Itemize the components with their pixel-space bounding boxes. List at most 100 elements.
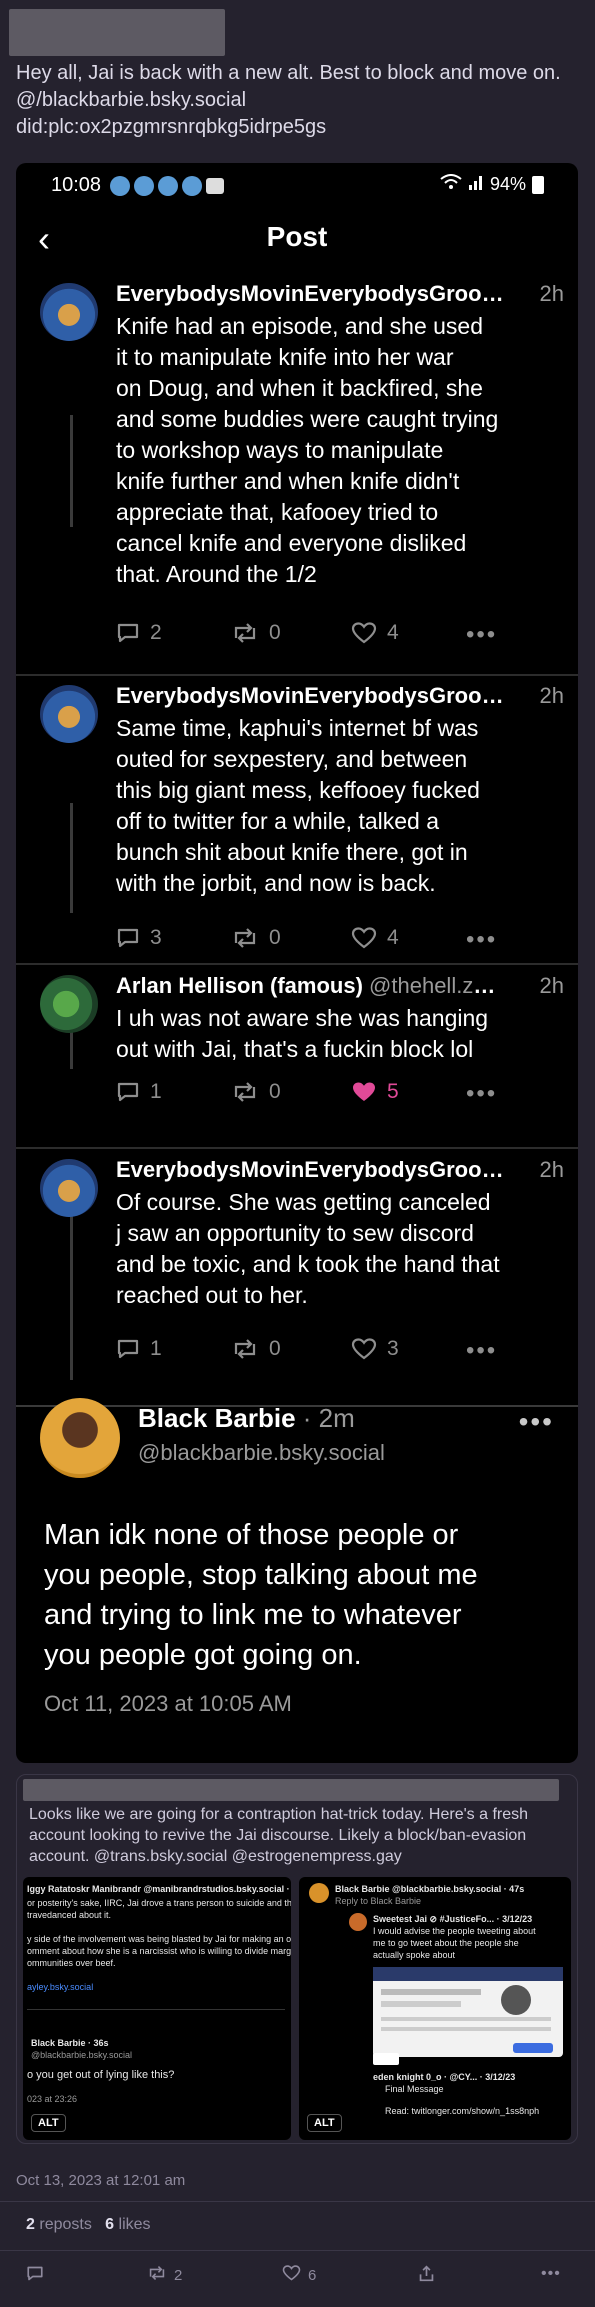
reply-button[interactable] [26, 2265, 44, 2286]
reply-line: and some buddies were caught trying [116, 406, 499, 432]
heart-icon [282, 2265, 301, 2285]
reply-button[interactable]: 1 [116, 1337, 162, 1361]
image-text: omment about how she is a narcissist who… [27, 1946, 291, 1956]
image-avatar [309, 1883, 329, 1903]
heart-filled-icon [351, 1081, 377, 1103]
likes-label: likes [118, 2216, 151, 2233]
share-icon [418, 2265, 435, 2286]
divider [0, 2201, 595, 2202]
like-button[interactable]: 4 [351, 926, 399, 950]
more-options-icon[interactable]: ••• [466, 926, 497, 954]
like-count: 4 [387, 926, 399, 949]
heart-icon [351, 927, 377, 949]
reply-actions: 1 0 3 ••• [116, 1337, 536, 1367]
thumbnail-text [381, 2001, 461, 2007]
image-text: I would advise the people tweeting about [373, 1926, 536, 1936]
like-button[interactable]: 6 [282, 2265, 316, 2285]
repost-count: 0 [269, 1337, 281, 1360]
reply-button[interactable]: 2 [116, 621, 162, 645]
heart-icon [351, 1338, 377, 1360]
reply-line: Knife had an episode, and she used [116, 313, 484, 339]
post-age: · 2m [302, 1403, 355, 1433]
quoted-image-left[interactable]: Iggy Ratatoskr Manibrandr @manibrandrstu… [23, 1877, 291, 2140]
reposts-link[interactable]: 2 reposts [26, 2216, 92, 2233]
repost-icon [147, 2265, 167, 2285]
reply-time: 2h [539, 973, 564, 998]
reply-count: 1 [150, 1080, 162, 1103]
status-time: 10:08 [51, 174, 102, 196]
reply-author[interactable]: EverybodysMovinEverybodysGroovi... [116, 683, 511, 709]
signal-icon [468, 174, 484, 195]
reply-line: outed for sexpestery, and between [116, 746, 468, 772]
like-button[interactable]: 3 [351, 1337, 399, 1361]
repost-count: 0 [269, 621, 281, 644]
repost-button[interactable]: 0 [231, 1080, 281, 1104]
author-handle: @thehell.zo... [369, 973, 496, 998]
reply-author[interactable]: EverybodysMovinEverybodysGroovi... [116, 281, 511, 307]
repost-icon [231, 622, 259, 644]
image-text: y side of the involvement was being blas… [27, 1934, 291, 1944]
like-count: 3 [387, 1337, 399, 1360]
avatar[interactable] [40, 975, 98, 1033]
reply-author[interactable]: Arlan Hellison (famous) @thehell.zo... [116, 973, 496, 999]
divider [16, 674, 578, 676]
reply-button[interactable]: 3 [116, 926, 162, 950]
author-handle[interactable]: @blackbarbie.bsky.social [138, 1440, 385, 1466]
avatar[interactable] [40, 283, 98, 341]
more-options-icon[interactable]: ••• [466, 1080, 497, 1108]
post-line[interactable]: @/blackbarbie.bsky.social [16, 87, 586, 114]
main-post-line: and trying to link me to whatever [44, 1599, 462, 1631]
main-author[interactable]: Black Barbie · 2m [138, 1403, 355, 1434]
more-options-icon[interactable]: ••• [466, 1337, 497, 1365]
main-post-line: you people got going on. [44, 1639, 362, 1671]
like-button[interactable]: 4 [351, 621, 399, 645]
avatar[interactable] [40, 685, 98, 743]
image-text: Read: twitlonger.com/show/n_1ss8nph [385, 2106, 540, 2116]
repost-button[interactable]: 2 [147, 2265, 182, 2285]
reply-post[interactable]: Arlan Hellison (famous) @thehell.zo... 2… [16, 973, 578, 1143]
thumbnail-text [381, 2017, 551, 2021]
alt-badge[interactable]: ALT [307, 2114, 342, 2132]
reply-line: reached out to her. [116, 1282, 308, 1308]
reply-time: 2h [539, 281, 564, 306]
avatar[interactable] [40, 1398, 120, 1478]
reply-author[interactable]: EverybodysMovinEverybodysGroovi... [116, 1157, 511, 1183]
repost-button[interactable]: 0 [231, 1337, 281, 1361]
image-text: Sweetest Jai ⊘ #JusticeFo... · 3/12/23 [373, 1914, 533, 1924]
reposts-label: reposts [39, 2216, 92, 2233]
quoted-post[interactable]: Looks like we are going for a contraptio… [16, 1774, 578, 2144]
reposts-count: 2 [26, 2216, 35, 2233]
image-text: 023 at 23:26 [27, 2094, 78, 2104]
avatar[interactable] [40, 1159, 98, 1217]
reply-post[interactable]: EverybodysMovinEverybodysGroovi... 2h Of… [16, 1157, 578, 1377]
image-divider [27, 2009, 285, 2010]
image-text: or posterity's sake, IIRC, Jai drove a t… [27, 1898, 291, 1908]
main-post-line: Man idk none of those people or [44, 1519, 459, 1551]
reply-time: 2h [539, 1157, 564, 1182]
repost-icon [231, 1081, 259, 1103]
repost-button[interactable]: 0 [231, 926, 281, 950]
reply-button[interactable]: 1 [116, 1080, 162, 1104]
like-button[interactable]: 5 [351, 1080, 399, 1104]
quoted-image-right[interactable]: Black Barbie @blackbarbie.bsky.social · … [299, 1877, 571, 2140]
share-button[interactable] [418, 2265, 435, 2286]
reply-post[interactable]: EverybodysMovinEverybodysGroovi... 2h Sa… [16, 683, 578, 983]
reply-text: Knife had an episode, and she used it to… [116, 311, 566, 590]
reply-line: it to manipulate knife into her war [116, 344, 454, 370]
app-notification-icon [110, 176, 130, 196]
image-text: ommunities over beef. [27, 1958, 116, 1968]
more-options-icon[interactable]: ••• [466, 621, 497, 649]
likes-link[interactable]: 6 likes [105, 2216, 150, 2233]
reply-text: Of course. She was getting canceled j sa… [116, 1187, 566, 1311]
repost-button[interactable]: 0 [231, 621, 281, 645]
author-name: Arlan Hellison (famous) [116, 973, 363, 998]
alt-badge[interactable]: ALT [31, 2114, 66, 2132]
more-options-icon[interactable]: ••• [519, 1406, 554, 1438]
quoted-line: account. @trans.bsky.social @estrogenemp… [29, 1848, 402, 1865]
more-options-icon[interactable]: ••• [541, 2265, 561, 2283]
reply-count: 1 [150, 1337, 162, 1360]
attached-screenshot[interactable]: 10:08 94% ‹ Post EverybodysMovinEverybod… [16, 163, 578, 1763]
reply-post[interactable]: EverybodysMovinEverybodysGroovi... 2h Kn… [16, 281, 578, 661]
quoted-post-text: Looks like we are going for a contraptio… [29, 1804, 569, 1867]
reply-count: 2 [150, 621, 162, 644]
